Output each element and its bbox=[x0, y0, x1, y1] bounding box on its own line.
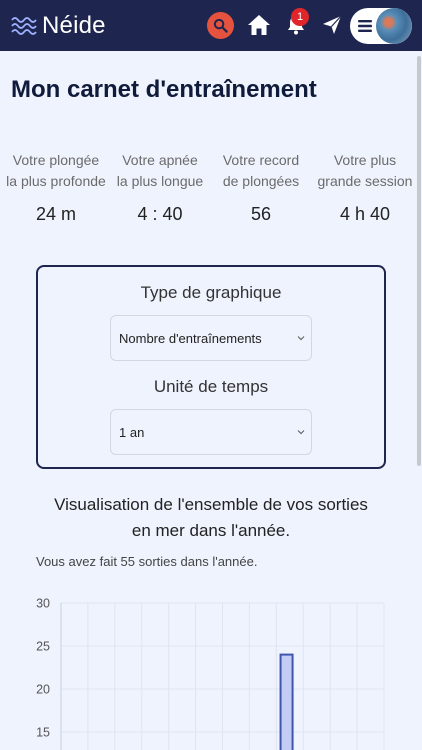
chart-filter-card: Type de graphique Nombre d'entraînements… bbox=[36, 265, 386, 469]
outings-bar-chart: 30 25 20 15 bbox=[36, 597, 385, 750]
stat-longest-apnea: Votre apnée la plus longue 4 : 40 bbox=[108, 150, 212, 225]
time-unit-value: 1 an bbox=[119, 424, 145, 440]
search-icon bbox=[213, 18, 228, 33]
waves-logo-icon bbox=[11, 17, 37, 35]
avatar[interactable] bbox=[376, 8, 412, 44]
search-button[interactable] bbox=[207, 12, 234, 39]
stat-label: Votre plus grande session bbox=[313, 150, 417, 192]
stat-label: Votre record de plongées bbox=[209, 150, 313, 192]
stat-label: Votre apnée la plus longue bbox=[108, 150, 212, 192]
stat-deepest-dive: Votre plongée la plus profonde 24 m bbox=[4, 150, 108, 225]
home-button[interactable] bbox=[244, 10, 274, 40]
stat-value: 4 : 40 bbox=[137, 204, 183, 224]
scrollbar[interactable] bbox=[417, 56, 421, 466]
stat-label-line: la plus longue bbox=[116, 173, 204, 189]
brand-logo[interactable]: Néide bbox=[11, 12, 106, 40]
time-unit-select[interactable]: 1 an bbox=[110, 409, 312, 455]
top-navbar: Néide 1 bbox=[0, 0, 422, 51]
home-icon bbox=[248, 15, 270, 35]
visualization-title-line: en mer dans l'année. bbox=[131, 521, 291, 540]
y-tick-label: 30 bbox=[36, 597, 50, 611]
stat-value: 56 bbox=[250, 204, 272, 224]
stat-label: Votre plongée la plus profonde bbox=[4, 150, 108, 192]
stat-label-line: Votre plongée bbox=[12, 152, 100, 168]
chevron-down-icon bbox=[297, 336, 305, 341]
y-tick-label: 15 bbox=[36, 726, 50, 740]
stat-label-line: Votre record bbox=[222, 152, 300, 168]
chart-bar[interactable] bbox=[279, 653, 294, 750]
stat-label-line: Votre apnée bbox=[122, 152, 198, 168]
notification-badge: 1 bbox=[291, 8, 309, 26]
outings-summary: Vous avez fait 55 sorties dans l'année. bbox=[36, 554, 258, 569]
stat-value: 24 m bbox=[35, 204, 77, 224]
y-tick-label: 20 bbox=[36, 683, 50, 697]
page-title: Mon carnet d'entraînement bbox=[11, 76, 317, 103]
stat-label-line: la plus profonde bbox=[6, 173, 106, 189]
visualization-title-line: Visualisation de l'ensemble de vos sorti… bbox=[54, 495, 368, 514]
stat-longest-session: Votre plus grande session 4 h 40 bbox=[313, 150, 417, 225]
chevron-down-icon bbox=[297, 430, 305, 435]
visualization-title: Visualisation de l'ensemble de vos sorti… bbox=[30, 492, 392, 544]
stat-label-line: de plongées bbox=[222, 173, 300, 189]
chart-type-value: Nombre d'entraînements bbox=[119, 330, 262, 346]
y-tick-label: 25 bbox=[36, 640, 50, 654]
stat-label-line: Votre plus bbox=[333, 152, 397, 168]
menu-icon bbox=[358, 20, 372, 32]
stat-value: 4 h 40 bbox=[339, 204, 391, 224]
time-unit-label: Unité de temps bbox=[153, 377, 269, 396]
chart-type-label: Type de graphique bbox=[140, 283, 282, 302]
brand-name: Néide bbox=[42, 12, 106, 39]
stat-dive-record: Votre record de plongées 56 bbox=[209, 150, 313, 225]
chart-type-select[interactable]: Nombre d'entraînements bbox=[110, 315, 312, 361]
stat-label-line: grande session bbox=[317, 173, 413, 189]
send-icon bbox=[323, 15, 342, 34]
messages-button[interactable] bbox=[317, 10, 347, 40]
